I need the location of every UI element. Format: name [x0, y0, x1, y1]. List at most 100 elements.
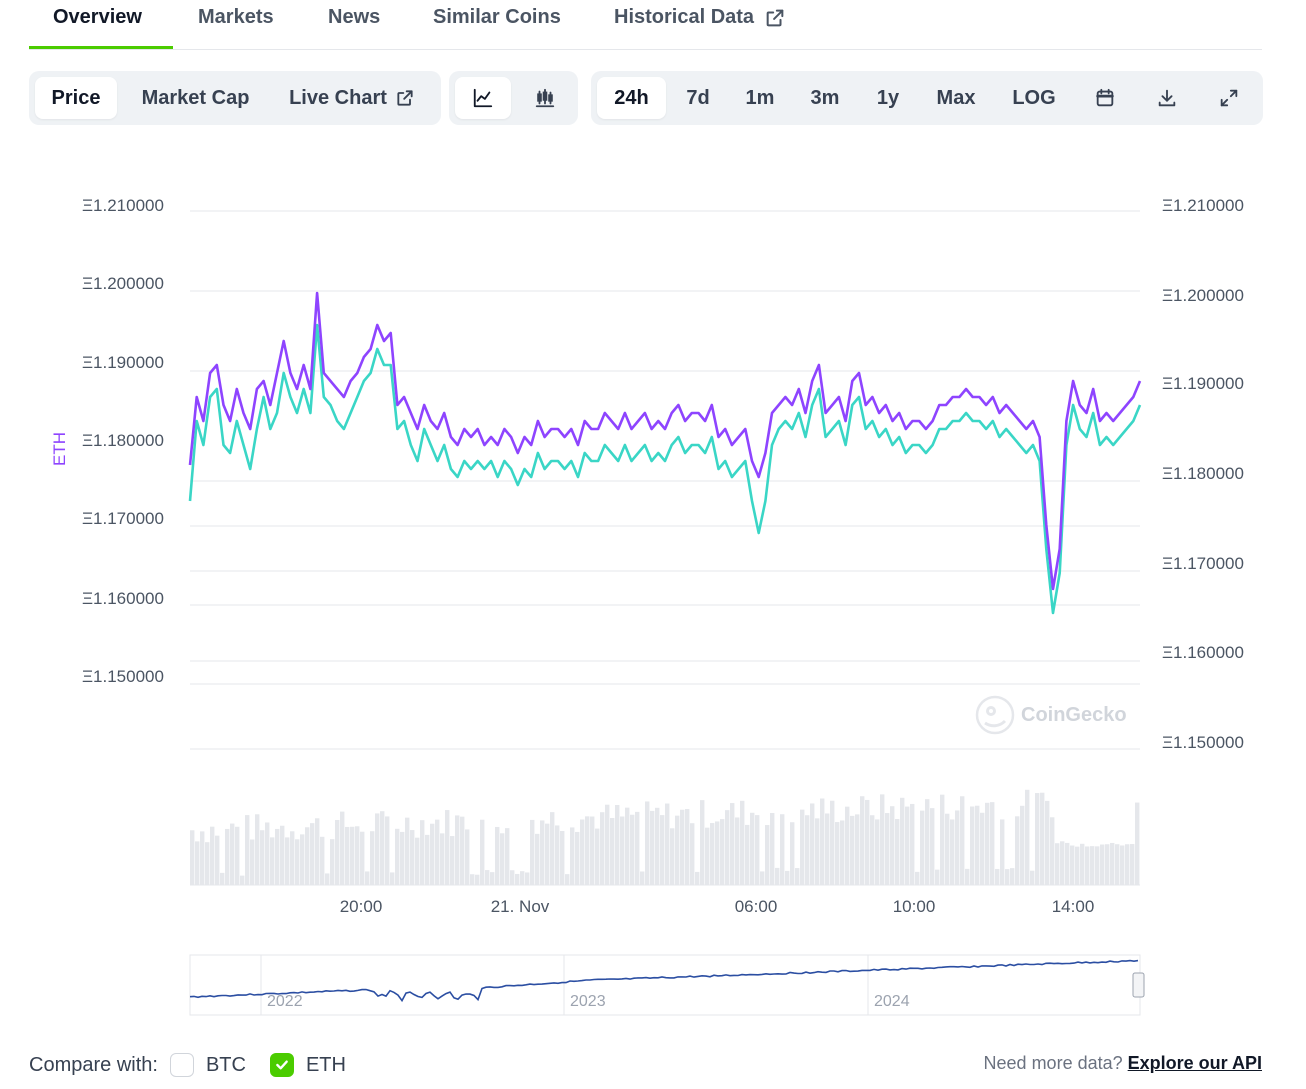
btc-checkbox[interactable] [169, 1053, 194, 1077]
eth-checkbox[interactable] [269, 1053, 294, 1077]
volume-bar [845, 806, 850, 885]
volume-bar [545, 823, 550, 885]
volume-bar [295, 839, 300, 885]
volume-bar [970, 806, 975, 885]
volume-bar [905, 806, 910, 885]
volume-bar [895, 819, 900, 885]
volume-bar [685, 809, 690, 885]
volume-bar [1085, 846, 1090, 885]
volume-bar [250, 839, 255, 885]
volume-bar [1030, 870, 1035, 885]
volume-bar [720, 819, 725, 885]
volume-bar [210, 826, 215, 885]
volume-bar [975, 805, 980, 885]
price-chart[interactable] [0, 0, 1306, 1089]
volume-bar [1070, 845, 1075, 885]
volume-bar [385, 816, 390, 885]
need-more-data: Need more data? Explore our API [984, 1053, 1262, 1074]
volume-bar [790, 822, 795, 885]
watermark-label: CoinGecko [1021, 703, 1127, 726]
volume-bar [580, 819, 585, 885]
volume-bar [795, 868, 800, 885]
volume-bar [1055, 843, 1060, 885]
volume-bar [1080, 843, 1085, 885]
check-icon [276, 1060, 288, 1070]
volume-bar [400, 831, 405, 885]
volume-bar [540, 820, 545, 885]
volume-bar [590, 816, 595, 885]
volume-bar [510, 870, 515, 885]
volume-bar [1010, 868, 1015, 885]
volume-bar [645, 801, 650, 885]
volume-bar [1120, 845, 1125, 885]
volume-bar [290, 831, 295, 885]
volume-bar [405, 817, 410, 885]
volume-bar [950, 819, 955, 885]
volume-bar [990, 802, 995, 885]
volume-bar [490, 872, 495, 885]
volume-bar [1000, 819, 1005, 885]
volume-bar [965, 868, 970, 885]
volume-bar [655, 807, 660, 885]
volume-bar [835, 822, 840, 885]
volume-bar [585, 816, 590, 885]
volume-bar [380, 811, 385, 885]
eth-label: ETH [305, 1053, 346, 1076]
volume-bar [230, 823, 235, 885]
volume-bar [575, 831, 580, 885]
volume-bar [335, 819, 340, 885]
volume-bar [710, 823, 715, 885]
volume-bar [460, 816, 465, 885]
volume-bar [890, 806, 895, 885]
volume-bar [600, 812, 605, 885]
volume-bar [1100, 844, 1105, 885]
x-tick: 21. Nov [490, 897, 550, 916]
volume-bar [340, 811, 345, 885]
volume-bar [195, 841, 200, 885]
volume-bar [680, 809, 685, 885]
volume-bar [705, 827, 710, 885]
volume-bar [830, 800, 835, 885]
volume-bar [955, 810, 960, 885]
volume-bar [650, 810, 655, 885]
explore-api-link[interactable]: Explore our API [1128, 1053, 1262, 1073]
volume-bar [740, 800, 745, 885]
volume-bar [450, 836, 455, 885]
volume-bar [850, 815, 855, 885]
volume-bar [470, 874, 475, 885]
volume-bar [260, 830, 265, 885]
volume-bar [715, 821, 720, 885]
volume-bar [1105, 844, 1110, 885]
volume-bar [675, 815, 680, 885]
volume-bar [865, 799, 870, 885]
volume-bar [640, 871, 645, 885]
volume-bar [415, 837, 420, 885]
volume-bar [915, 871, 920, 885]
volume-bar [595, 828, 600, 885]
volume-bar [730, 803, 735, 885]
volume-bar [500, 833, 505, 885]
price-series [188, 291, 1142, 615]
btc-label: BTC [205, 1053, 246, 1076]
volume-bar [860, 796, 865, 885]
volume-bar [1130, 844, 1135, 885]
volume-bar [215, 835, 220, 885]
volume-bar [700, 800, 705, 885]
volume-bar [1110, 842, 1115, 885]
volume-bar [770, 812, 775, 885]
btc-price-line [188, 323, 1142, 615]
volume-bar [1045, 800, 1050, 885]
volume-bar [1050, 817, 1055, 885]
volume-bar [620, 816, 625, 885]
volume-bar [1015, 816, 1020, 885]
volume-bar [810, 803, 815, 885]
volume-bar [395, 828, 400, 885]
volume-bar [235, 826, 240, 885]
volume-bar [935, 869, 940, 885]
x-tick: 06:00 [734, 897, 778, 916]
volume-bar [430, 823, 435, 885]
volume-bar [885, 813, 890, 885]
volume-bar [660, 815, 665, 885]
volume-bar [940, 794, 945, 885]
volume-bar [390, 872, 395, 885]
